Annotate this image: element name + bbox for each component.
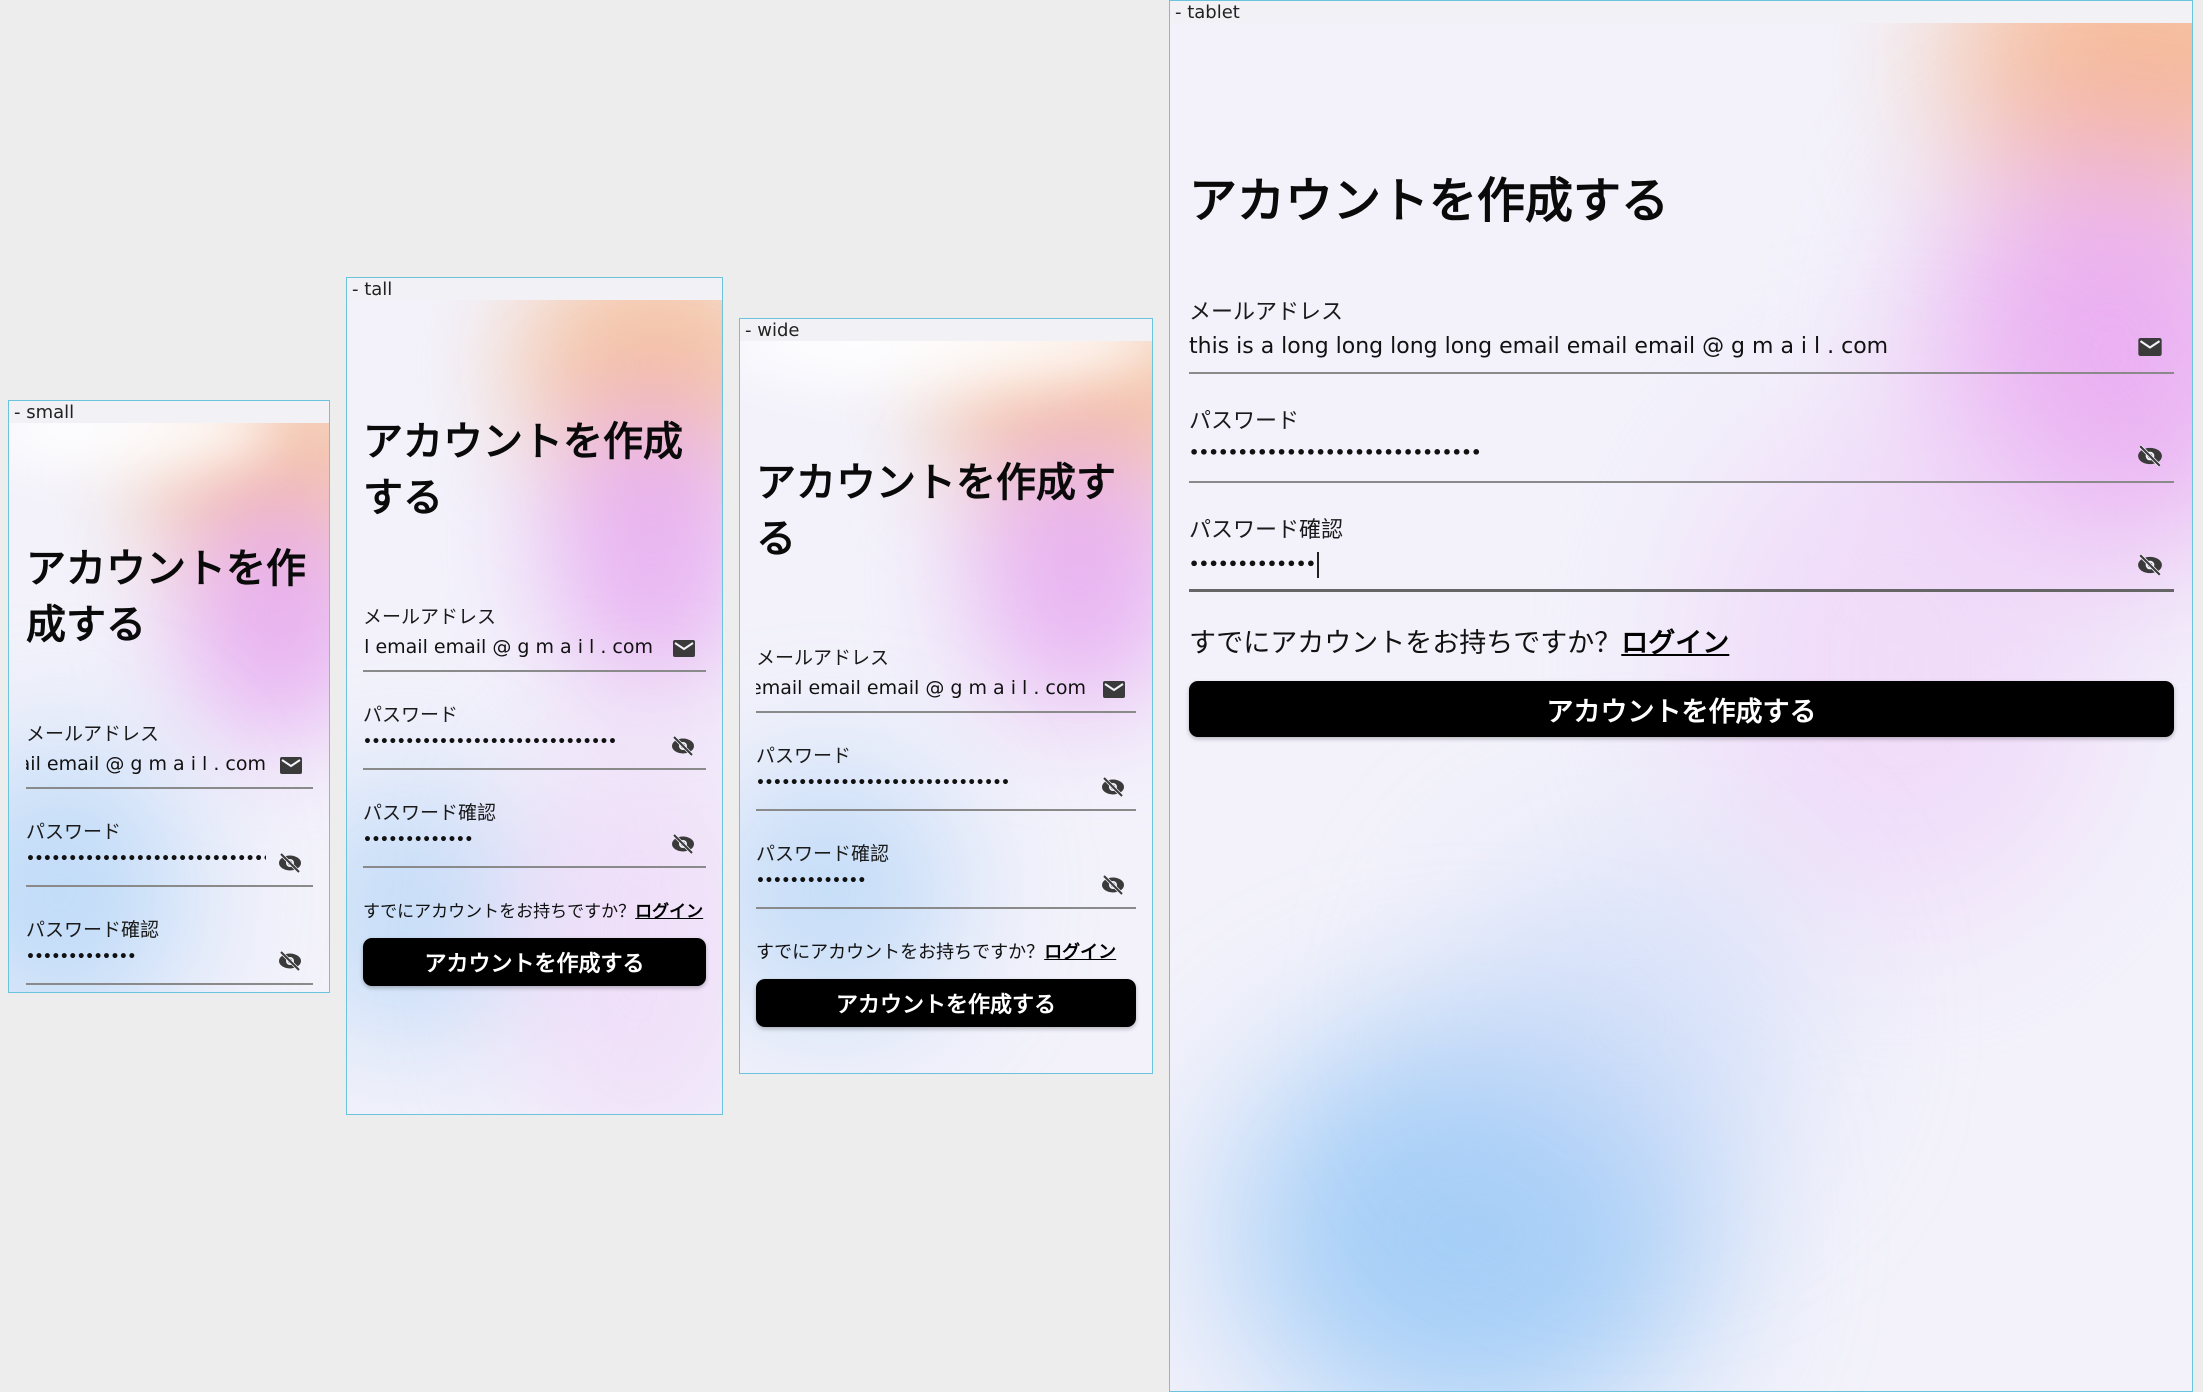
eye-off-icon[interactable] <box>670 832 696 856</box>
login-prompt-text: すでにアカウントをお持ちですか？ <box>756 942 1045 963</box>
password-underline <box>363 768 706 770</box>
frame-small: - small アカウントを作成する メールアドレス this is a lon… <box>8 400 330 993</box>
gradient-background: アカウントを作成する メールアドレス this is a long long l… <box>740 341 1152 1073</box>
mail-icon <box>1102 677 1126 701</box>
login-prompt: すでにアカウントをお持ちですか？ログイン <box>363 897 703 922</box>
email-value: this is a long long long long email emai… <box>756 677 1086 699</box>
frame-label: - small <box>14 402 75 423</box>
text-caret <box>1317 552 1320 578</box>
gradient-background: アカウントを作成する メールアドレス this is a long long l… <box>347 300 722 1114</box>
eye-off-icon[interactable] <box>277 851 303 875</box>
password-field[interactable]: パスワード •••••••••••••••••••••••••••••• <box>756 741 1136 811</box>
email-label: メールアドレス <box>1189 300 1344 325</box>
signup-form: アカウントを作成する メールアドレス this is a long long l… <box>1189 23 2174 1391</box>
create-account-button[interactable]: アカウントを作成する <box>756 979 1136 1027</box>
email-value: this is a long long long long email emai… <box>26 753 266 775</box>
email-field[interactable]: メールアドレス this is a long long long long em… <box>756 643 1136 713</box>
password-input[interactable]: •••••••••••••••••••••••••••••• <box>756 775 1086 791</box>
eye-off-icon[interactable] <box>277 949 303 973</box>
eye-off-icon[interactable] <box>2136 551 2164 579</box>
login-prompt: すでにアカウントをお持ちですか？ログイン <box>756 938 1116 964</box>
confirm-password-underline <box>363 866 706 868</box>
confirm-password-label: パスワード確認 <box>363 802 497 824</box>
frame-label: - tall <box>352 279 393 300</box>
page-title: アカウントを作成する <box>756 460 1116 562</box>
confirm-password-label: パスワード確認 <box>26 919 160 941</box>
password-underline <box>756 809 1136 811</box>
password-input[interactable]: •••••••••••••••••••••••••••••• <box>363 734 653 750</box>
login-link[interactable]: ログイン <box>635 902 703 922</box>
password-underline <box>1189 481 2174 483</box>
eye-off-icon[interactable] <box>1100 775 1126 799</box>
gradient-background: アカウントを作成する メールアドレス this is a long long l… <box>9 423 329 992</box>
confirm-password-label: パスワード確認 <box>1189 518 1344 543</box>
confirm-password-underline <box>756 907 1136 909</box>
confirm-password-field[interactable]: パスワード確認 ••••••••••••• <box>756 839 1136 909</box>
confirm-password-input[interactable]: ••••••••••••• <box>363 832 653 848</box>
signup-form: アカウントを作成する メールアドレス this is a long long l… <box>756 341 1136 1073</box>
confirm-password-input[interactable]: ••••••••••••• <box>1189 552 2089 578</box>
confirm-password-input[interactable]: ••••••••••••• <box>756 873 1086 889</box>
password-field[interactable]: パスワード •••••••••••••••••••••••••••••• <box>1189 403 2174 483</box>
confirm-password-input[interactable]: ••••••••••••• <box>26 949 266 965</box>
password-input[interactable]: •••••••••••••••••••••••••••••• <box>1189 443 2089 462</box>
email-input[interactable]: this is a long long long long email emai… <box>756 677 1086 699</box>
password-label: パスワード <box>756 745 852 767</box>
login-prompt-text: すでにアカウントをお持ちですか？ <box>363 902 636 922</box>
gradient-background: アカウントを作成する メールアドレス this is a long long l… <box>1170 23 2192 1391</box>
email-underline <box>363 670 706 672</box>
eye-off-icon[interactable] <box>670 734 696 758</box>
password-field[interactable]: パスワード •••••••••••••••••••••••••••••• <box>363 700 706 770</box>
password-label: パスワード <box>363 704 459 726</box>
password-label: パスワード <box>1189 409 1300 434</box>
email-input[interactable]: this is a long long long long email emai… <box>1189 334 2089 359</box>
email-label: メールアドレス <box>26 723 160 745</box>
email-label: メールアドレス <box>363 606 497 628</box>
frame-tablet: - tablet アカウントを作成する メールアドレス this is a lo… <box>1169 0 2193 1392</box>
mail-icon <box>279 753 303 777</box>
create-account-button[interactable]: アカウントを作成する <box>363 938 706 986</box>
email-field[interactable]: メールアドレス this is a long long long long em… <box>363 602 706 672</box>
eye-off-icon[interactable] <box>1100 873 1126 897</box>
confirm-password-field[interactable]: パスワード確認 ••••••••••••• <box>26 915 313 985</box>
email-input[interactable]: this is a long long long long email emai… <box>363 636 653 658</box>
frame-label: - wide <box>745 320 800 341</box>
page-title: アカウントを作成する <box>1189 173 1670 229</box>
frame-label: - tablet <box>1175 2 1240 23</box>
mail-icon <box>2136 333 2164 361</box>
confirm-password-label: パスワード確認 <box>756 843 890 865</box>
password-input[interactable]: •••••••••••••••••••••••••••••• <box>26 851 266 867</box>
login-link[interactable]: ログイン <box>1044 942 1116 963</box>
eye-off-icon[interactable] <box>2136 442 2164 470</box>
email-value: this is a long long long long email emai… <box>363 636 653 658</box>
email-field[interactable]: メールアドレス this is a long long long long em… <box>26 719 313 789</box>
create-account-button[interactable]: アカウントを作成する <box>1189 681 2174 737</box>
frame-wide: - wide アカウントを作成する メールアドレス this is a long… <box>739 318 1153 1074</box>
confirm-password-underline <box>26 983 313 985</box>
email-underline <box>756 711 1136 713</box>
login-link[interactable]: ログイン <box>1621 628 1729 659</box>
page-title: アカウントを作成する <box>26 546 306 648</box>
login-prompt: すでにアカウントをお持ちですか？ログイン <box>1189 621 1729 660</box>
email-field[interactable]: メールアドレス this is a long long long long em… <box>1189 294 2174 374</box>
confirm-password-value: ••••••••••••• <box>1189 554 1316 574</box>
confirm-password-underline <box>1189 589 2174 592</box>
signup-form: アカウントを作成する メールアドレス this is a long long l… <box>363 300 706 1114</box>
email-input[interactable]: this is a long long long long email emai… <box>26 753 266 775</box>
frame-tall: - tall アカウントを作成する メールアドレス this is a long… <box>346 277 723 1115</box>
email-label: メールアドレス <box>756 647 890 669</box>
email-underline <box>26 787 313 789</box>
email-underline <box>1189 372 2174 374</box>
signup-form: アカウントを作成する メールアドレス this is a long long l… <box>26 423 313 992</box>
page-title: アカウントを作成する <box>363 419 683 521</box>
password-field[interactable]: パスワード •••••••••••••••••••••••••••••• <box>26 817 313 887</box>
password-underline <box>26 885 313 887</box>
login-prompt-text: すでにアカウントをお持ちですか？ <box>1189 628 1622 659</box>
mail-icon <box>672 636 696 660</box>
email-value: this is a long long long long email emai… <box>1189 334 1889 359</box>
confirm-password-field[interactable]: パスワード確認 ••••••••••••• <box>363 798 706 868</box>
confirm-password-field[interactable]: パスワード確認 ••••••••••••• <box>1189 512 2174 592</box>
password-label: パスワード <box>26 821 122 843</box>
